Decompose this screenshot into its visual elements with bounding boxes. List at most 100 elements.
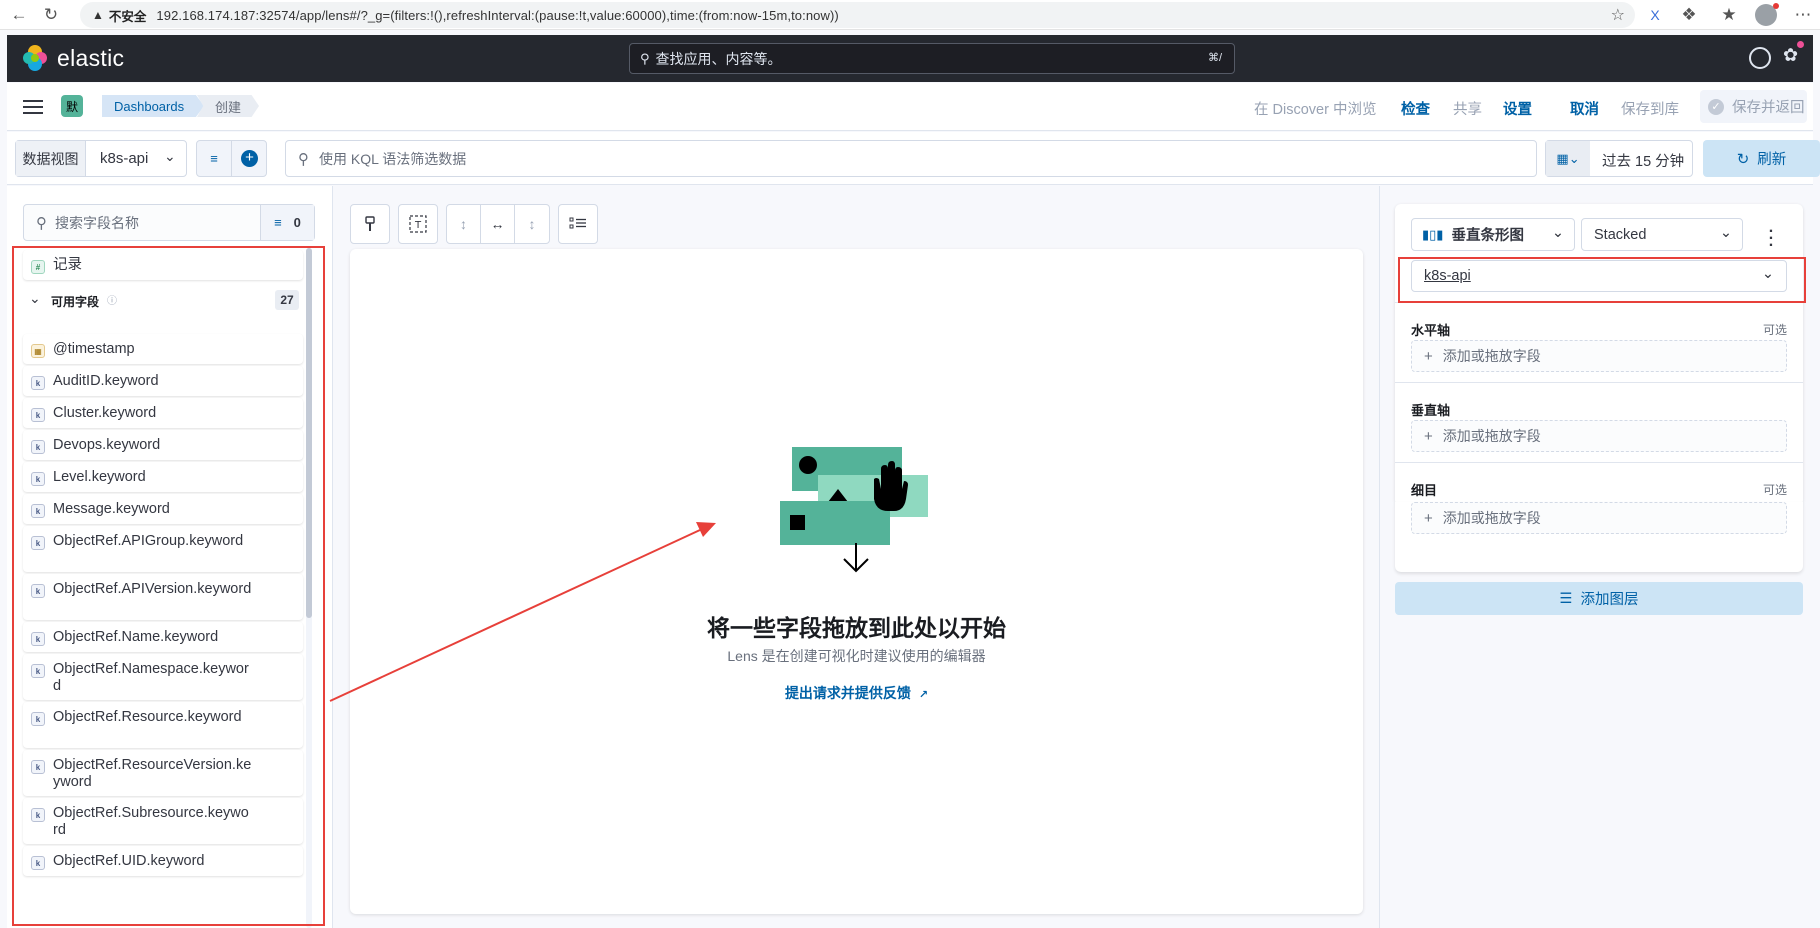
field-filter-count: 0 bbox=[293, 215, 301, 230]
annotation-highlight-box bbox=[1398, 257, 1806, 303]
check-circle-icon: ✓ bbox=[1708, 98, 1724, 115]
layer-actions-menu-icon[interactable]: ... bbox=[1763, 220, 1779, 250]
layer-panel: ▮▯▮ 垂直条形图 ⌄ Stacked ⌄ ... k8s-api ⌄ 水平轴 … bbox=[1395, 204, 1803, 506]
brand-name: elastic bbox=[57, 44, 125, 71]
breadcrumb-dashboards[interactable]: Dashboards bbox=[102, 95, 205, 117]
field-search-placeholder: 搜索字段名称 bbox=[55, 214, 139, 231]
search-icon: ⚲ bbox=[640, 50, 650, 66]
layers-icon: ☰ bbox=[1559, 590, 1573, 607]
paintbrush-icon bbox=[365, 216, 375, 231]
explore-in-discover-link[interactable]: 在 Discover 中浏览 bbox=[1254, 98, 1376, 119]
favorites-icon[interactable]: ★ bbox=[1716, 2, 1742, 28]
kql-query-input[interactable]: ⚲ 使用 KQL 语法筛选数据 bbox=[285, 140, 1537, 177]
left-axis-icon[interactable]: ↕ bbox=[447, 205, 481, 243]
field-search-box: ⚲ 搜索字段名称 ≡ 0 bbox=[23, 204, 315, 241]
svg-text:T: T bbox=[414, 220, 422, 231]
field-filter-button[interactable]: ≡ 0 bbox=[260, 205, 314, 240]
back-arrow-icon[interactable]: ← bbox=[6, 2, 32, 28]
elastic-logo[interactable]: elastic bbox=[21, 44, 124, 72]
more-menu-icon[interactable]: ⋯ bbox=[1790, 2, 1816, 28]
save-and-return-label: 保存并返回 bbox=[1732, 100, 1805, 116]
style-paintbrush-button[interactable] bbox=[350, 204, 390, 244]
right-axis-icon[interactable]: ↕ bbox=[515, 205, 549, 243]
breadcrumb-create: 创建 bbox=[197, 95, 260, 117]
stack-mode-select[interactable]: Stacked ⌄ bbox=[1581, 218, 1743, 251]
search-shortcut: ⌘/ bbox=[1207, 52, 1222, 64]
filter-icon: ≡ bbox=[274, 215, 282, 230]
newsfeed-icon[interactable]: ✿ bbox=[1783, 45, 1798, 66]
legend-button[interactable] bbox=[558, 204, 598, 244]
chevron-down-icon: ⌄ bbox=[1551, 225, 1564, 241]
help-icon[interactable] bbox=[1749, 47, 1771, 69]
feedback-link[interactable]: 提出请求并提供反馈 ↗ bbox=[350, 683, 1363, 703]
field-list-panel: ⚲ 搜索字段名称 ≡ 0 # 记录 ⌄ 可用字段 ⓘ 27 ▦ @timestam… bbox=[7, 186, 333, 928]
filter-menu-icon[interactable]: ≡ bbox=[197, 141, 232, 176]
elastic-logo-icon bbox=[23, 45, 47, 71]
chevron-down-icon: ⌄ bbox=[1719, 225, 1732, 241]
save-and-return-button[interactable]: ✓ 保存并返回 bbox=[1700, 90, 1807, 123]
visualization-canvas[interactable]: 将一些字段拖放到此处以开始 Lens 是在创建可视化时建议使用的编辑器 提出请求… bbox=[350, 249, 1363, 914]
add-filter-plus-icon[interactable]: + bbox=[241, 150, 258, 167]
horizontal-axis-dropzone[interactable]: + 添加或拖放字段 bbox=[1411, 340, 1787, 372]
extensions-puzzle-icon[interactable]: ❖ bbox=[1676, 2, 1702, 28]
dropzone-label: 添加或拖放字段 bbox=[1442, 510, 1541, 526]
empty-state-title: 将一些字段拖放到此处以开始 bbox=[707, 615, 1006, 641]
global-search-input[interactable]: ⚲ 查找应用、内容等。 ⌘/ bbox=[629, 43, 1235, 74]
breakdown-dropzone[interactable]: + 添加或拖放字段 bbox=[1411, 502, 1787, 534]
search-icon: ⚲ bbox=[298, 150, 309, 168]
cancel-link[interactable]: 取消 bbox=[1570, 98, 1599, 119]
refresh-button[interactable]: ↻ 刷新 bbox=[1703, 140, 1820, 177]
bottom-axis-icon[interactable]: ↔ bbox=[481, 205, 515, 243]
axis-settings-group: ↕ ↔ ↕ bbox=[446, 204, 550, 244]
chart-type-select[interactable]: ▮▯▮ 垂直条形图 ⌄ bbox=[1411, 218, 1575, 251]
warning-triangle-icon: ▲ bbox=[92, 8, 104, 22]
vertical-axis-title: 垂直轴 bbox=[1411, 403, 1451, 418]
data-view-picker[interactable]: 数据视图 k8s-api ⌄ bbox=[15, 140, 187, 177]
vertical-axis-dropzone[interactable]: + 添加或拖放字段 bbox=[1411, 420, 1787, 452]
browser-bar: ← ↻ ▲ 不安全 192.168.174.187:32574/app/lens… bbox=[0, 0, 1820, 30]
text-box-icon: T bbox=[409, 215, 427, 233]
external-link-icon: ↗ bbox=[918, 689, 929, 701]
elastic-header: elastic ⚲ 查找应用、内容等。 ⌘/ ✿ bbox=[7, 35, 1813, 82]
add-layer-button[interactable]: ☰ 添加图层 bbox=[1395, 582, 1803, 615]
refresh-icon: ↻ bbox=[1736, 150, 1750, 168]
field-search-input[interactable]: ⚲ 搜索字段名称 bbox=[24, 205, 260, 240]
config-panel: ▮▯▮ 垂直条形图 ⌄ Stacked ⌄ ... k8s-api ⌄ 水平轴 … bbox=[1379, 186, 1813, 928]
settings-link[interactable]: 设置 bbox=[1503, 98, 1532, 119]
filter-group: ≡ + bbox=[196, 140, 267, 177]
notification-dot bbox=[1773, 3, 1779, 9]
space-avatar[interactable]: 默 bbox=[61, 95, 83, 117]
bar-chart-icon: ▮▯▮ bbox=[1422, 226, 1444, 242]
query-bar: 数据视图 k8s-api ⌄ ≡ + ⚲ 使用 KQL 语法筛选数据 ▦⌄ 过去… bbox=[7, 132, 1820, 185]
search-icon: ⚲ bbox=[36, 214, 47, 232]
breakdown-optional: 可选 bbox=[1762, 483, 1787, 497]
hamburger-menu-icon[interactable] bbox=[23, 97, 43, 115]
workspace-panel: T ↕ ↔ ↕ 将一些字段拖放到此处以开始 Lens 是在创建可视化时建议使用的… bbox=[334, 186, 1379, 928]
feedback-link-label: 提出请求并提供反馈 bbox=[784, 685, 911, 701]
app-toolbar: 默 Dashboards 创建 在 Discover 中浏览 检查 共享 设置 … bbox=[7, 83, 1813, 131]
time-picker[interactable]: ▦⌄ 过去 15 分钟 bbox=[1545, 140, 1693, 177]
newsfeed-dot bbox=[1797, 41, 1804, 48]
plus-icon: + bbox=[1424, 509, 1433, 527]
extension-x-icon[interactable]: X bbox=[1642, 2, 1668, 28]
labels-button[interactable]: T bbox=[398, 204, 438, 244]
divider bbox=[1395, 462, 1803, 463]
reload-icon[interactable]: ↻ bbox=[38, 2, 64, 28]
divider bbox=[1395, 382, 1803, 383]
horizontal-axis-optional: 可选 bbox=[1762, 323, 1787, 337]
save-to-library-link[interactable]: 保存到库 bbox=[1621, 98, 1679, 119]
plus-icon: + bbox=[1424, 427, 1433, 445]
data-view-value: k8s-api bbox=[100, 150, 149, 167]
address-bar[interactable]: ▲ 不安全 192.168.174.187:32574/app/lens#/?_… bbox=[80, 2, 1635, 28]
share-link[interactable]: 共享 bbox=[1453, 98, 1482, 119]
dropzone-label: 添加或拖放字段 bbox=[1442, 348, 1541, 364]
dropzone-label: 添加或拖放字段 bbox=[1442, 428, 1541, 444]
bookmark-star-icon[interactable]: ☆ bbox=[1611, 5, 1625, 25]
add-layer-label: 添加图层 bbox=[1580, 592, 1639, 608]
kql-placeholder: 使用 KQL 语法筛选数据 bbox=[319, 150, 467, 167]
plus-icon: + bbox=[1424, 347, 1433, 365]
inspect-link[interactable]: 检查 bbox=[1401, 98, 1430, 119]
annotation-highlight-box bbox=[12, 246, 325, 926]
data-view-label: 数据视图 bbox=[16, 141, 86, 176]
calendar-icon[interactable]: ▦⌄ bbox=[1546, 141, 1590, 176]
